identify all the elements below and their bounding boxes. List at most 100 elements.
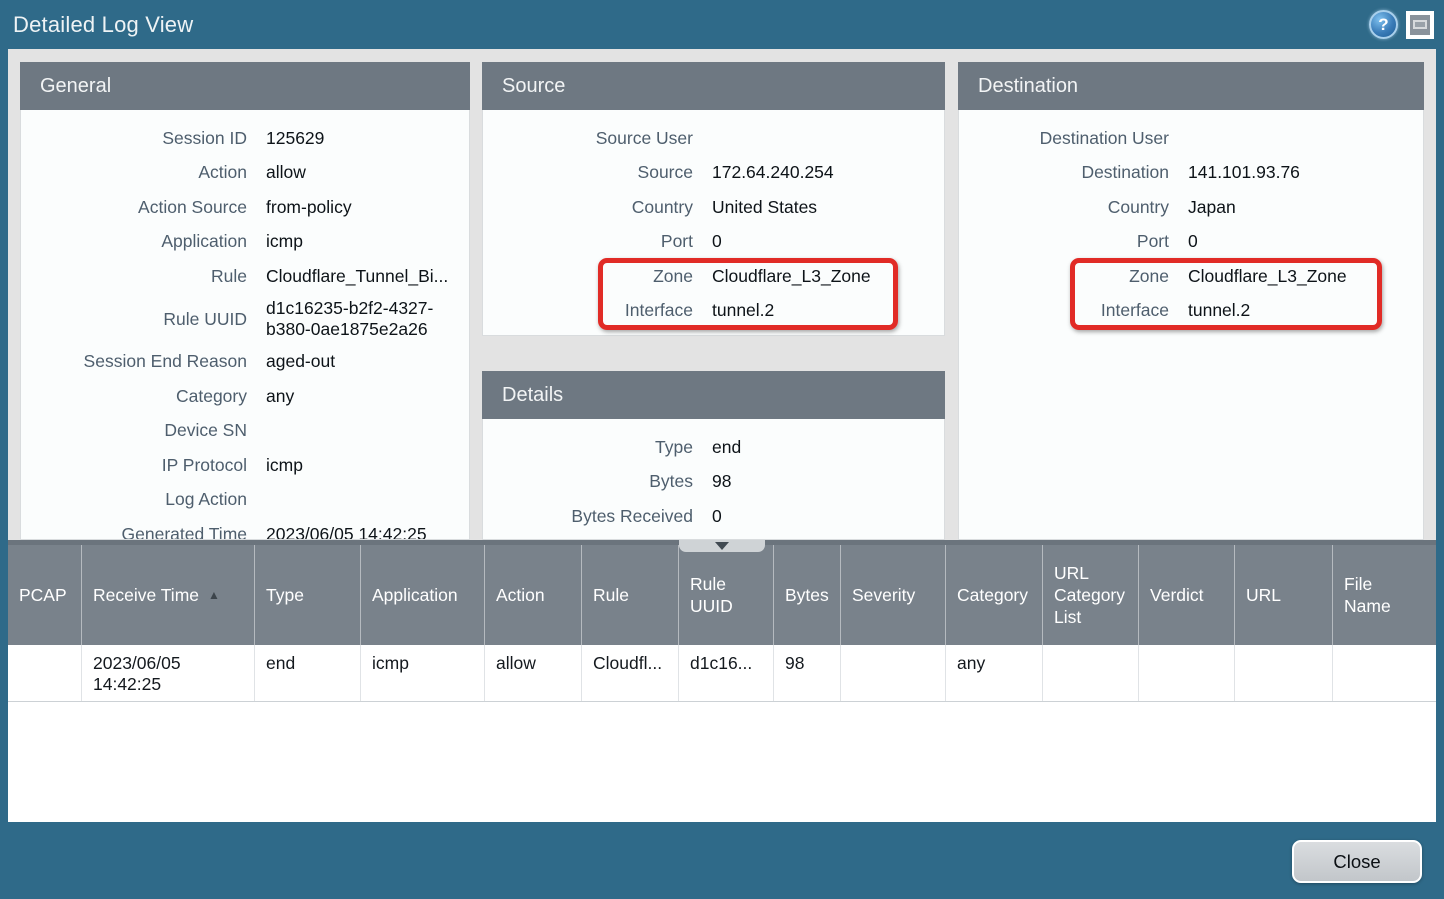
field-row: Rule Cloudflare_Tunnel_Bi... xyxy=(39,259,451,294)
field-value: 172.64.240.254 xyxy=(712,162,834,183)
help-icon[interactable]: ? xyxy=(1369,10,1398,39)
destination-panel-header: Destination xyxy=(958,62,1424,110)
column-header-verdict[interactable]: Verdict xyxy=(1139,545,1235,645)
field-label: Rule xyxy=(211,265,247,286)
dialog-title: Detailed Log View xyxy=(13,11,194,37)
column-header-label: Rule UUID xyxy=(690,574,733,616)
source-panel: Source Source User Source 172.64.240.254 … xyxy=(482,62,945,336)
field-value: 141.101.93.76 xyxy=(1188,162,1300,183)
log-table-header: PCAP Receive Time ▲ Type Application Acti… xyxy=(8,545,1436,645)
field-label: Session End Reason xyxy=(83,351,247,372)
chevron-down-icon xyxy=(715,542,729,550)
destination-panel: Destination Destination User Destination… xyxy=(958,62,1424,540)
log-cell-url xyxy=(1235,645,1333,701)
column-header-receive-time[interactable]: Receive Time ▲ xyxy=(82,545,255,645)
field-label: Log Action xyxy=(165,489,247,510)
field-value: Japan xyxy=(1188,196,1236,217)
field-row: Session End Reason aged-out xyxy=(39,345,451,380)
field-label: Zone xyxy=(653,265,693,286)
dialog-titlebar: Detailed Log View ? xyxy=(0,0,1444,49)
log-cell-bytes: 98 xyxy=(774,645,841,701)
field-row: Source User xyxy=(501,121,926,156)
log-cell-rule: Cloudfl... xyxy=(582,645,679,701)
field-row: Source 172.64.240.254 xyxy=(501,156,926,191)
field-value: United States xyxy=(712,196,818,217)
splitter-handle[interactable] xyxy=(679,540,765,552)
log-cell-application: icmp xyxy=(361,645,485,701)
field-value: 0 xyxy=(712,231,722,252)
field-label: Application xyxy=(161,231,247,252)
column-header-category[interactable]: Category xyxy=(946,545,1043,645)
field-label: Port xyxy=(1136,231,1169,252)
field-value: icmp xyxy=(266,231,303,252)
column-header-bytes[interactable]: Bytes xyxy=(774,545,841,645)
field-value: 2023/06/05 14:42:25 xyxy=(266,523,427,540)
field-label: Rule UUID xyxy=(163,308,247,329)
popout-window-icon-pane xyxy=(1413,20,1427,29)
general-panel-body: Session ID 125629 Action allow Action Sour… xyxy=(20,110,470,540)
field-value: any xyxy=(266,385,295,406)
details-panel-body: Type end Bytes 98 Bytes Received 0 xyxy=(482,419,945,540)
field-row: Session ID 125629 xyxy=(39,121,451,156)
field-row: Bytes 98 xyxy=(501,465,926,500)
field-row: Destination 141.101.93.76 xyxy=(977,156,1405,191)
field-label: Action Source xyxy=(138,196,247,217)
popout-window-icon[interactable] xyxy=(1406,10,1434,39)
field-row: Interface tunnel.2 xyxy=(977,294,1405,329)
close-button[interactable]: Close xyxy=(1292,840,1422,883)
field-value: 98 xyxy=(712,471,732,492)
field-value: allow xyxy=(266,162,306,183)
column-header-label: Type xyxy=(266,585,304,605)
column-header-action[interactable]: Action xyxy=(485,545,582,645)
column-header-label: Receive Time xyxy=(93,585,200,605)
general-panel: General Session ID 125629 Action allow Act… xyxy=(20,62,470,540)
field-value: from-policy xyxy=(266,196,352,217)
column-header-file-name[interactable]: File Name xyxy=(1333,545,1436,645)
field-row: Bytes Received 0 xyxy=(501,499,926,534)
column-header-url[interactable]: URL xyxy=(1235,545,1333,645)
field-row: Zone Cloudflare_L3_Zone xyxy=(977,259,1405,294)
field-label: Action xyxy=(198,162,247,183)
field-value: Cloudflare_L3_Zone xyxy=(712,265,871,286)
field-value: tunnel.2 xyxy=(712,300,775,321)
column-header-pcap[interactable]: PCAP xyxy=(8,545,82,645)
column-header-label: Rule xyxy=(593,585,629,605)
field-row: Category any xyxy=(39,379,451,414)
field-value: end xyxy=(712,436,742,457)
column-header-severity[interactable]: Severity xyxy=(841,545,946,645)
field-value: Cloudflare_L3_Zone xyxy=(1188,265,1347,286)
column-header-label: Severity xyxy=(852,585,916,605)
column-header-type[interactable]: Type xyxy=(255,545,361,645)
column-header-label: Category xyxy=(957,585,1029,605)
field-label: Category xyxy=(175,385,247,406)
table-row[interactable]: 2023/06/05 14:42:25 end icmp allow Cloud… xyxy=(8,645,1436,702)
field-value: 0 xyxy=(712,505,722,526)
column-header-label: Verdict xyxy=(1150,585,1204,605)
column-header-rule-uuid[interactable]: Rule UUID xyxy=(679,545,774,645)
field-row: Action allow xyxy=(39,156,451,191)
details-panel: Details Type end Bytes 98 Bytes Received 0 xyxy=(482,371,945,540)
column-header-url-category-list[interactable]: URL Category List xyxy=(1043,545,1139,645)
field-label: Interface xyxy=(624,300,693,321)
log-cell-category: any xyxy=(946,645,1043,701)
log-cell-verdict xyxy=(1139,645,1235,701)
field-label: Bytes xyxy=(649,471,693,492)
field-label: Generated Time xyxy=(121,523,247,540)
log-cell-type: end xyxy=(255,645,361,701)
field-label: Source xyxy=(637,162,693,183)
field-label: Destination xyxy=(1081,162,1169,183)
field-value: aged-out xyxy=(266,351,336,372)
field-row: Generated Time 2023/06/05 14:42:25 xyxy=(39,517,451,540)
field-row: Interface tunnel.2 xyxy=(501,294,926,329)
column-header-rule[interactable]: Rule xyxy=(582,545,679,645)
destination-panel-body: Destination User Destination 141.101.93.7… xyxy=(958,110,1424,540)
field-row: Type end xyxy=(501,430,926,465)
column-header-application[interactable]: Application xyxy=(361,545,485,645)
field-row: Device SN xyxy=(39,414,451,449)
log-table-panel: PCAP Receive Time ▲ Type Application Acti… xyxy=(8,540,1436,822)
field-value: d1c16235-b2f2-4327-b380-0ae1875e2a26 xyxy=(266,298,434,339)
column-header-label: File Name xyxy=(1344,574,1391,616)
general-panel-header: General xyxy=(20,62,470,110)
field-value: Cloudflare_Tunnel_Bi... xyxy=(266,265,449,286)
log-cell-pcap xyxy=(8,645,82,701)
